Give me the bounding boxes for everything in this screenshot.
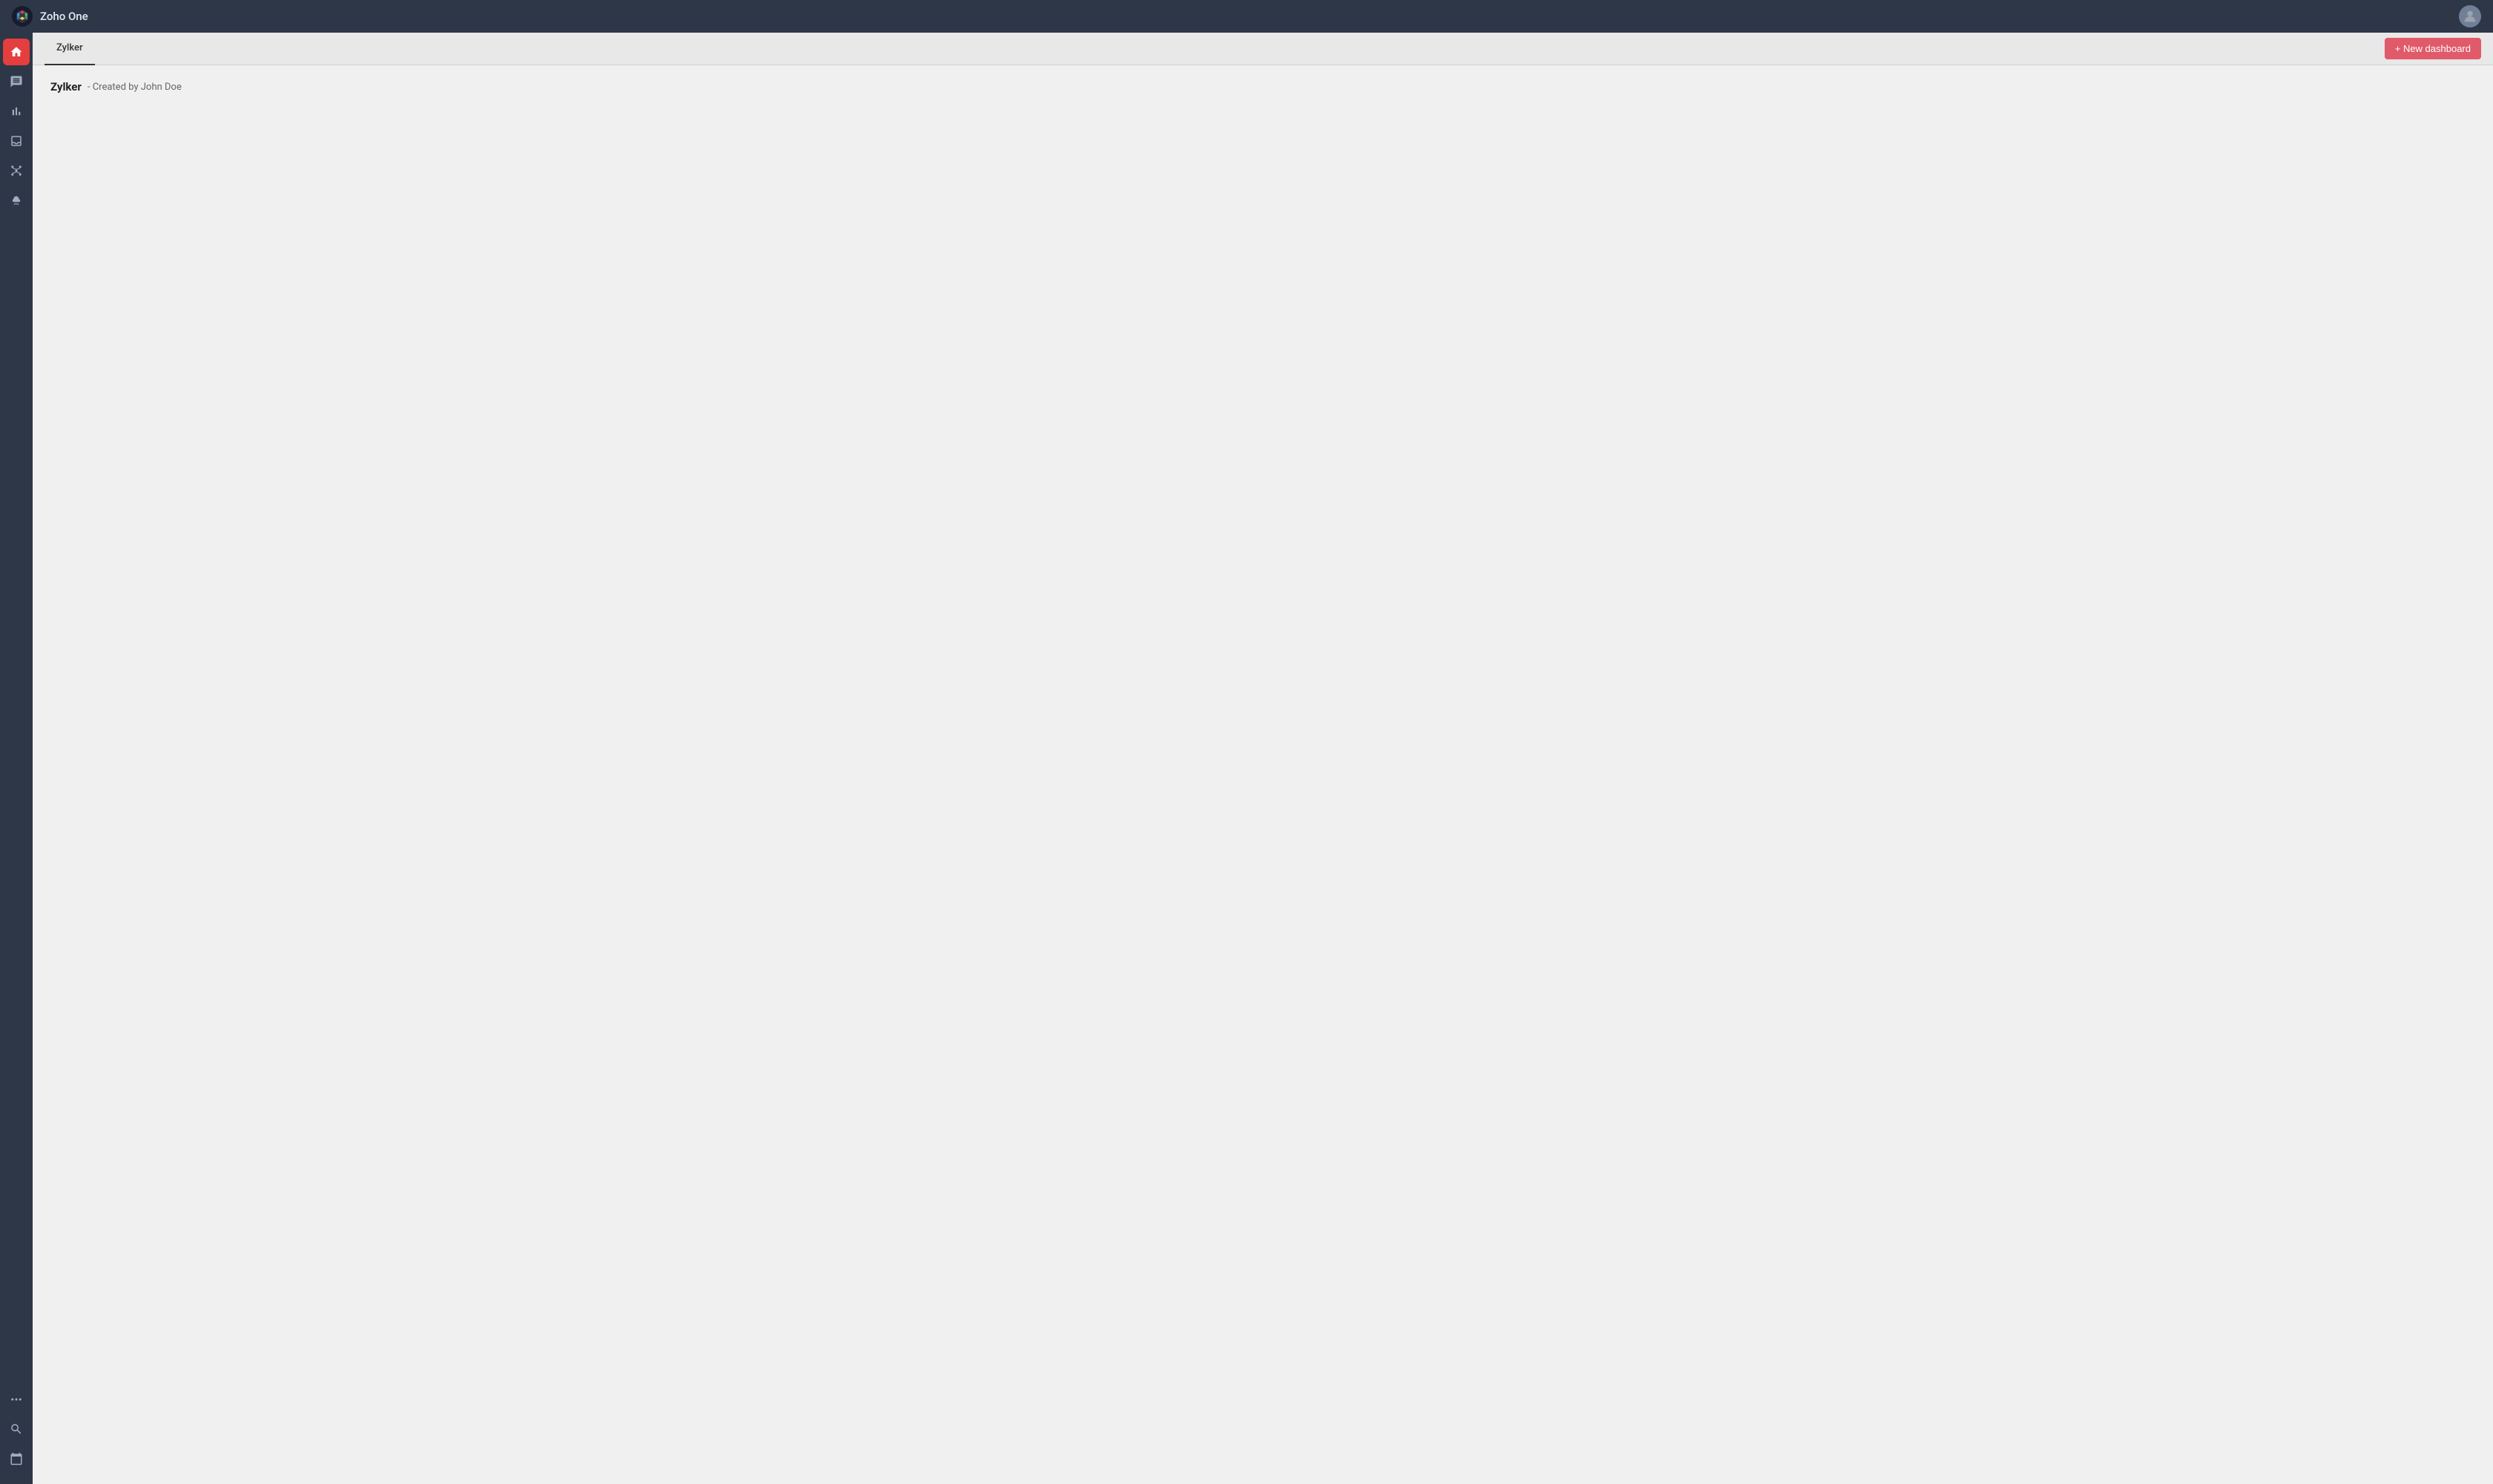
user-avatar[interactable] xyxy=(2459,5,2481,27)
page-content: Zylker - Created by John Doe xyxy=(33,65,2493,1484)
tab-label: Zylker xyxy=(56,42,83,53)
sidebar-item-inbox[interactable] xyxy=(3,128,30,154)
sidebar-item-chat[interactable] xyxy=(3,68,30,95)
new-dashboard-button[interactable]: + New dashboard xyxy=(2385,38,2481,59)
sidebar xyxy=(0,33,33,1484)
sidebar-bottom xyxy=(3,1386,30,1478)
sidebar-item-search[interactable] xyxy=(3,1416,30,1442)
app-logo[interactable] xyxy=(12,6,33,27)
app-title: Zoho One xyxy=(40,10,88,23)
sidebar-item-integrations[interactable] xyxy=(3,157,30,184)
sidebar-item-cloud[interactable] xyxy=(3,187,30,214)
content-area: Zylker + New dashboard Zylker - Created … xyxy=(33,33,2493,1484)
sidebar-item-calendar[interactable] xyxy=(3,1445,30,1472)
page-title: Zylker xyxy=(50,80,82,93)
page-header: Zylker - Created by John Doe xyxy=(50,80,2475,93)
page-subtitle: - Created by John Doe xyxy=(88,82,182,93)
nav-left: Zoho One xyxy=(12,6,88,27)
sidebar-item-home[interactable] xyxy=(3,39,30,65)
tab-bar: Zylker + New dashboard xyxy=(33,33,2493,65)
sidebar-item-more[interactable] xyxy=(3,1386,30,1413)
top-nav: Zoho One xyxy=(0,0,2493,33)
tab-zylker[interactable]: Zylker xyxy=(45,33,95,65)
main-layout: Zylker + New dashboard Zylker - Created … xyxy=(0,33,2493,1484)
sidebar-item-analytics[interactable] xyxy=(3,98,30,125)
